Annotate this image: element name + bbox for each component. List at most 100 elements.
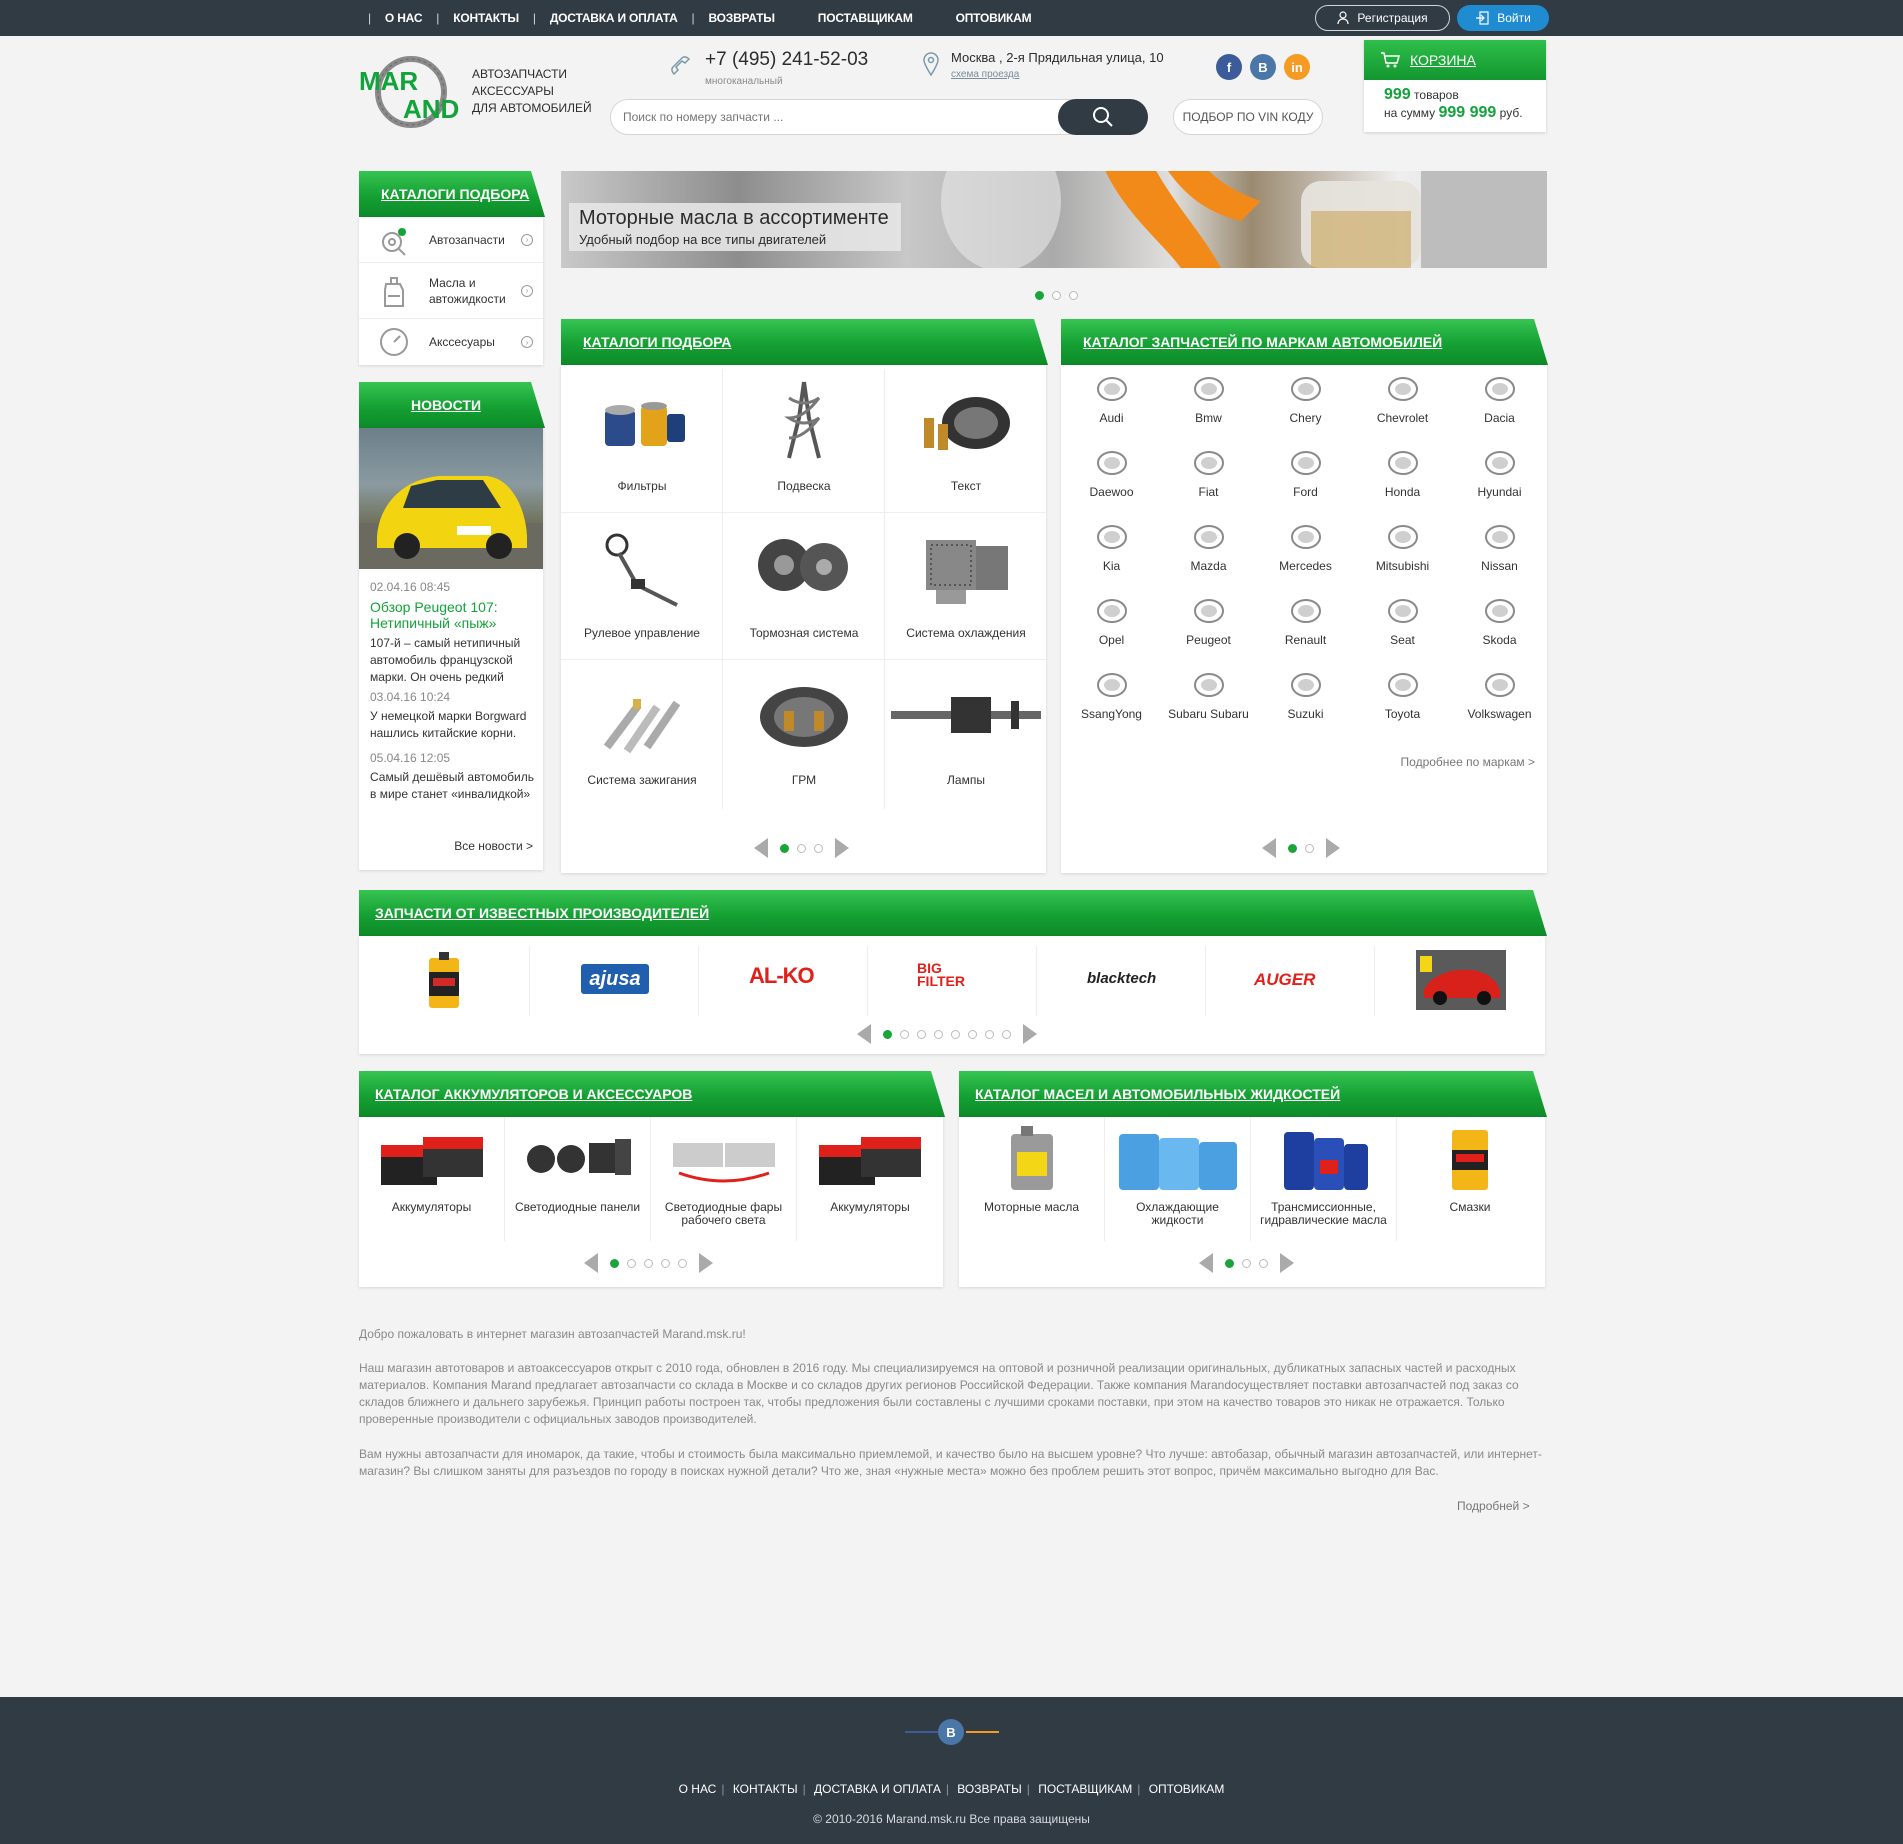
pager-dot[interactable] — [917, 1029, 926, 1039]
battery-item[interactable]: Аккумуляторы — [359, 1117, 505, 1241]
pager-dot[interactable] — [644, 1258, 653, 1268]
battery-item[interactable]: Аккумуляторы — [797, 1117, 943, 1241]
brand-item[interactable]: Seat — [1354, 587, 1451, 661]
oil-item[interactable]: Охлаждающие жидкости — [1105, 1117, 1251, 1241]
ajusa-logo[interactable]: ajusa — [581, 964, 649, 994]
product-can-image[interactable] — [421, 952, 467, 1012]
pager-dot[interactable] — [883, 1029, 892, 1039]
search-button[interactable] — [1058, 99, 1148, 135]
brands-header[interactable]: КАТАЛОГ ЗАПЧАСТЕЙ ПО МАРКАМ АВТОМОБИЛЕЙ — [1061, 319, 1548, 365]
oil-item[interactable]: Моторные масла — [959, 1117, 1105, 1241]
hero-banner[interactable]: Моторные масла в ассортименте Удобный по… — [561, 171, 1547, 268]
ferrari-car-image[interactable] — [1416, 950, 1506, 1010]
news-header[interactable]: НОВОСТИ — [359, 382, 545, 428]
brand-item[interactable]: Dacia — [1451, 365, 1548, 439]
next-arrow-icon[interactable] — [1280, 1253, 1294, 1273]
prev-arrow-icon[interactable] — [1262, 838, 1276, 858]
brand-item[interactable]: Bmw — [1160, 365, 1257, 439]
blacktech-logo[interactable]: blacktech — [1087, 970, 1156, 987]
pager-dot[interactable] — [780, 843, 789, 853]
catalog-item[interactable]: Подвеска — [723, 373, 885, 512]
brand-item[interactable]: Fiat — [1160, 439, 1257, 513]
prev-arrow-icon[interactable] — [584, 1253, 598, 1273]
oils-header[interactable]: КАТАЛОГ МАСЕЛ И АВТОМОБИЛЬНЫХ ЖИДКОСТЕЙ — [959, 1071, 1547, 1117]
catalog-item[interactable]: Тормозная система — [723, 520, 885, 659]
register-button[interactable]: Регистрация — [1315, 5, 1450, 31]
map-link[interactable]: схема проезда — [951, 69, 1019, 80]
prev-arrow-icon[interactable] — [857, 1024, 871, 1044]
login-button[interactable]: Войти — [1457, 5, 1549, 31]
brand-item[interactable]: Mercedes — [1257, 513, 1354, 587]
more-brands-link[interactable]: Подробнее по маркам > — [1401, 755, 1535, 769]
battery-item[interactable]: Светодиодные фары рабочего света — [651, 1117, 797, 1241]
pager-dot[interactable] — [610, 1258, 619, 1268]
pager-dot[interactable] — [1069, 291, 1078, 300]
footer-nav-suppliers[interactable]: ПОСТАВЩИКАМ — [1038, 1782, 1132, 1796]
left-catalog-item-oils[interactable]: Масла и автожидкости › — [359, 263, 543, 319]
oil-item[interactable]: Смазки — [1397, 1117, 1543, 1241]
nav-delivery[interactable]: ДОСТАВКА И ОПЛАТА — [550, 11, 678, 25]
phone-number[interactable]: +7 (495) 241-52-03 — [705, 49, 868, 71]
pager-dot[interactable] — [900, 1029, 909, 1039]
pager-dot[interactable] — [968, 1029, 977, 1039]
brand-item[interactable]: Nissan — [1451, 513, 1548, 587]
site-logo[interactable]: MAR AND — [359, 56, 463, 128]
odnoklassniki-icon[interactable]: in — [1284, 54, 1310, 80]
next-arrow-icon[interactable] — [699, 1253, 713, 1273]
vin-search-button[interactable]: ПОДБОР ПО VIN КОДУ — [1173, 99, 1323, 135]
brand-item[interactable]: Audi — [1063, 365, 1160, 439]
footer-nav-contacts[interactable]: КОНТАКТЫ — [733, 1782, 798, 1796]
pager-dot[interactable] — [1225, 1258, 1234, 1268]
brand-item[interactable]: Hyundai — [1451, 439, 1548, 513]
auger-logo[interactable]: AUGER — [1254, 970, 1315, 990]
news-headline-link[interactable]: Обзор Peugeot 107: Нетипичный «пыж» — [370, 599, 535, 631]
next-arrow-icon[interactable] — [1023, 1024, 1037, 1044]
catalog-item[interactable]: Текст — [885, 373, 1047, 512]
brand-item[interactable]: Toyota — [1354, 661, 1451, 735]
news-image[interactable] — [359, 428, 543, 569]
pager-dot[interactable] — [627, 1258, 636, 1268]
left-catalog-header[interactable]: КАТАЛОГИ ПОДБОРА — [359, 171, 545, 217]
catalog-item[interactable]: Система охлаждения — [885, 520, 1047, 659]
prev-arrow-icon[interactable] — [1199, 1253, 1213, 1273]
footer-nav-about[interactable]: О НАС — [679, 1782, 717, 1796]
pager-dot[interactable] — [934, 1029, 943, 1039]
next-arrow-icon[interactable] — [835, 838, 849, 858]
brand-item[interactable]: Suzuki — [1257, 661, 1354, 735]
catalog-item[interactable]: Лампы — [885, 667, 1047, 806]
pager-dot[interactable] — [1002, 1029, 1011, 1039]
brand-item[interactable]: Chery — [1257, 365, 1354, 439]
pager-dot[interactable] — [1052, 291, 1061, 300]
pager-dot[interactable] — [1242, 1258, 1251, 1268]
pager-dot[interactable] — [814, 843, 823, 853]
read-more-link[interactable]: Подробней > — [1457, 1499, 1530, 1513]
footer-nav-returns[interactable]: ВОЗВРАТЫ — [957, 1782, 1021, 1796]
brand-item[interactable]: Kia — [1063, 513, 1160, 587]
pager-dot[interactable] — [985, 1029, 994, 1039]
brand-item[interactable]: Chevrolet — [1354, 365, 1451, 439]
pager-dot[interactable] — [1305, 843, 1314, 853]
nav-about[interactable]: О НАС — [385, 11, 423, 25]
battery-item[interactable]: Светодиодные панели — [505, 1117, 651, 1241]
pager-dot[interactable] — [797, 843, 806, 853]
search-input[interactable] — [623, 100, 1053, 134]
manufacturers-header[interactable]: ЗАПЧАСТИ ОТ ИЗВЕСТНЫХ ПРОИЗВОДИТЕЛЕЙ — [359, 890, 1547, 936]
alko-logo[interactable]: AL-KO — [749, 963, 815, 989]
catalog-item[interactable]: Рулевое управление — [561, 520, 723, 659]
brand-item[interactable]: Peugeot — [1160, 587, 1257, 661]
brand-item[interactable]: Mazda — [1160, 513, 1257, 587]
brand-item[interactable]: Skoda — [1451, 587, 1548, 661]
oil-item[interactable]: Трансмиссионные, гидравлические масла — [1251, 1117, 1397, 1241]
brand-item[interactable]: Opel — [1063, 587, 1160, 661]
bigfilter-logo[interactable]: BIG FILTER — [917, 961, 991, 988]
pager-dot[interactable] — [1288, 843, 1297, 853]
footer-nav-delivery[interactable]: ДОСТАВКА И ОПЛАТА — [814, 1782, 941, 1796]
brand-item[interactable]: SsangYong — [1063, 661, 1160, 735]
catalog-item[interactable]: Система зажигания — [561, 667, 723, 806]
footer-nav-wholesale[interactable]: ОПТОВИКАМ — [1149, 1782, 1225, 1796]
pager-dot[interactable] — [661, 1258, 670, 1268]
nav-returns[interactable]: ВОЗВРАТЫ — [708, 11, 775, 25]
brand-item[interactable]: Mitsubishi — [1354, 513, 1451, 587]
vk-icon[interactable]: B — [1250, 54, 1276, 80]
brand-item[interactable]: Ford — [1257, 439, 1354, 513]
